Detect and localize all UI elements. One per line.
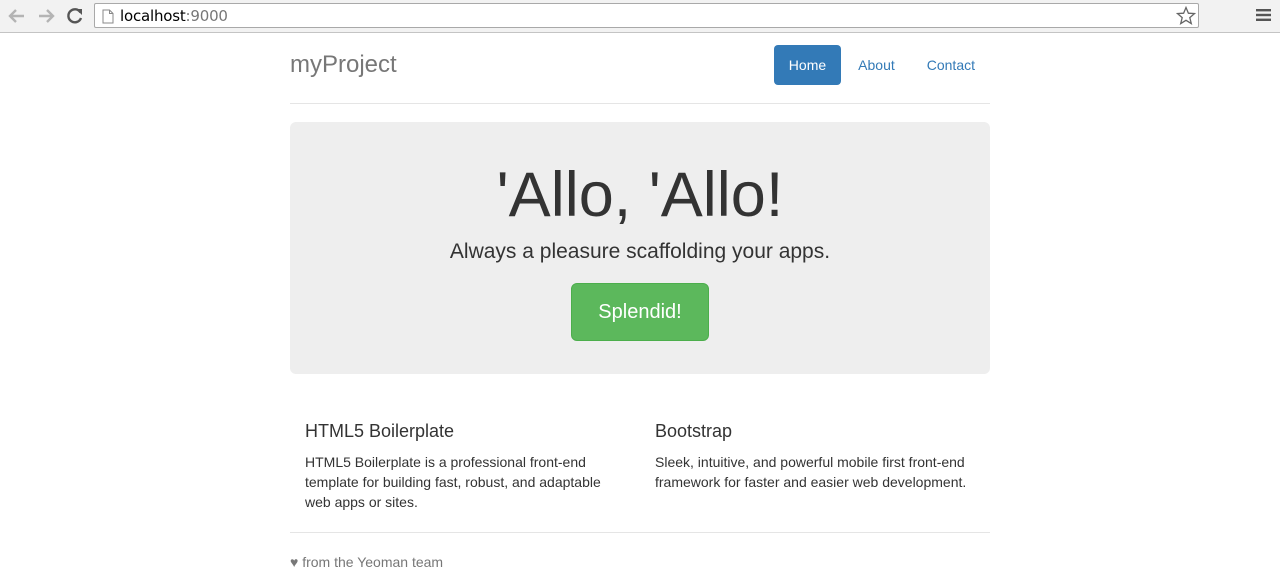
nav-contact[interactable]: Contact: [912, 45, 990, 85]
nav-home[interactable]: Home: [773, 45, 842, 85]
browser-toolbar: localhost:9000: [0, 0, 1280, 33]
footer-text: ♥ from the Yeoman team: [290, 554, 444, 570]
reload-icon[interactable]: [65, 6, 85, 26]
marketing-heading: HTML5 Boilerplate: [305, 421, 455, 441]
bookmark-star-icon[interactable]: [1175, 5, 1197, 31]
splendid-button[interactable]: Splendid!: [571, 283, 709, 341]
site-header: myProject Home About Contact: [290, 34, 990, 104]
marketing-item: Bootstrap Sleek, intuitive, and powerful…: [655, 420, 975, 492]
url-port: :9000: [185, 7, 228, 25]
jumbotron-title: 'Allo, 'Allo!: [496, 160, 784, 230]
site-footer: ♥ from the Yeoman team: [290, 532, 990, 570]
marketing-text: Sleek, intuitive, and powerful mobile fi…: [655, 454, 967, 490]
page-container: myProject Home About Contact 'Allo, 'All…: [290, 34, 990, 570]
jumbotron: 'Allo, 'Allo! Always a pleasure scaffold…: [290, 122, 990, 374]
nav-pills: Home About Contact: [772, 45, 990, 85]
address-bar[interactable]: localhost:9000: [94, 3, 1199, 28]
marketing-heading: Bootstrap: [655, 421, 733, 441]
menu-icon[interactable]: [1256, 8, 1271, 27]
nav-about[interactable]: About: [843, 45, 910, 85]
brand-title[interactable]: myProject: [290, 52, 397, 78]
url-host: localhost: [120, 7, 186, 25]
page-icon: [102, 9, 114, 29]
forward-arrow-icon[interactable]: [36, 6, 56, 26]
back-arrow-icon[interactable]: [7, 6, 27, 26]
marketing-item: HTML5 Boilerplate HTML5 Boilerplate is a…: [305, 420, 625, 512]
jumbotron-lead: Always a pleasure scaffolding your apps.: [449, 240, 831, 263]
marketing-text: HTML5 Boilerplate is a professional fron…: [305, 454, 601, 510]
url-text: localhost:9000: [120, 8, 228, 24]
